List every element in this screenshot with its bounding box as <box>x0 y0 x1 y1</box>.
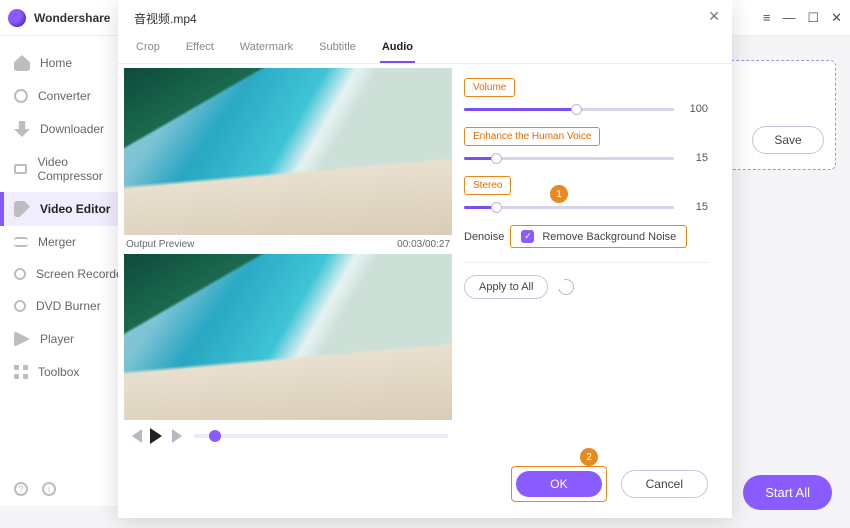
sidebar-item-label: Toolbox <box>38 365 79 379</box>
downloader-icon <box>14 121 30 137</box>
preview-column: Output Preview 00:03/00:27 <box>118 64 458 452</box>
player-icon <box>14 331 30 347</box>
playback-controls <box>124 420 452 452</box>
sidebar-item-label: Screen Recorder <box>36 267 127 281</box>
editor-tabs: Crop Effect Watermark Subtitle Audio <box>118 31 732 64</box>
tab-subtitle[interactable]: Subtitle <box>317 35 358 63</box>
tab-watermark[interactable]: Watermark <box>238 35 295 63</box>
home-icon <box>14 55 30 71</box>
checkbox-checked-icon[interactable]: ✓ <box>521 230 534 243</box>
stereo-label: Stereo <box>464 176 511 195</box>
start-all-label: Start All <box>765 485 810 500</box>
window-controls: ≡ — ☐ ✕ <box>763 10 842 26</box>
remove-noise-option[interactable]: ✓ Remove Background Noise <box>510 225 687 248</box>
apply-to-all-button[interactable]: Apply to All <box>464 275 548 299</box>
merger-icon <box>14 237 28 247</box>
enhance-voice-value: 15 <box>674 152 708 164</box>
annotation-badge-2: 2 <box>580 448 598 466</box>
remove-noise-label: Remove Background Noise <box>542 231 676 243</box>
sidebar-item-label: Converter <box>38 89 91 103</box>
menu-icon[interactable]: ≡ <box>763 10 771 25</box>
maximize-icon[interactable]: ☐ <box>807 10 819 26</box>
editor-modal: 音视频.mp4 ✕ Crop Effect Watermark Subtitle… <box>118 0 732 518</box>
close-icon[interactable]: ✕ <box>708 8 720 25</box>
dvd-icon <box>14 300 26 312</box>
modal-footer: 2 OK Cancel <box>118 452 732 518</box>
stereo-value: 15 <box>674 201 708 213</box>
save-button[interactable]: Save <box>752 126 824 154</box>
sidebar-item-label: Merger <box>38 235 76 249</box>
tab-crop[interactable]: Crop <box>134 35 162 63</box>
cancel-button[interactable]: Cancel <box>621 470 708 498</box>
app-brand: Wondershare <box>34 11 110 25</box>
sidebar-item-label: Video Compressor <box>37 155 131 183</box>
play-icon[interactable] <box>150 428 164 444</box>
enhance-voice-label: Enhance the Human Voice <box>464 127 600 146</box>
app-logo-icon <box>8 9 26 27</box>
sidebar-item-label: Player <box>40 332 74 346</box>
time-display: 00:03/00:27 <box>397 239 450 250</box>
volume-slider[interactable] <box>464 108 674 111</box>
ok-label: OK <box>550 477 567 491</box>
divider <box>464 262 708 263</box>
ok-button[interactable]: OK <box>516 471 601 497</box>
modal-title: 音视频.mp4 <box>118 0 732 31</box>
reset-icon[interactable] <box>555 276 577 298</box>
stereo-slider[interactable] <box>464 206 674 209</box>
next-frame-icon[interactable] <box>172 429 186 443</box>
video-frame-icon <box>124 254 452 421</box>
video-frame-icon <box>124 68 452 235</box>
help-icon[interactable]: ? <box>14 482 28 496</box>
output-preview <box>124 254 452 421</box>
audio-panel: Volume 100 Enhance the Human Voice 15 St… <box>458 64 732 452</box>
sidebar-item-label: DVD Burner <box>36 299 101 313</box>
toolbox-icon <box>14 365 28 379</box>
output-preview-label: Output Preview <box>126 239 194 250</box>
enhance-voice-slider[interactable] <box>464 157 674 160</box>
compressor-icon <box>14 164 27 174</box>
tab-audio[interactable]: Audio <box>380 35 415 63</box>
recorder-icon <box>14 268 26 280</box>
sidebar-footer: ? i <box>14 482 56 496</box>
save-label: Save <box>774 133 801 147</box>
start-all-button[interactable]: Start All <box>743 475 832 510</box>
close-window-icon[interactable]: ✕ <box>831 10 842 26</box>
annotation-badge-1: 1 <box>550 185 568 203</box>
sidebar-item-label: Downloader <box>40 122 104 136</box>
converter-icon <box>14 89 28 103</box>
apply-to-all-label: Apply to All <box>479 281 533 293</box>
sidebar-item-label: Video Editor <box>40 202 110 216</box>
timeline-slider[interactable] <box>194 434 448 438</box>
minimize-icon[interactable]: — <box>782 10 795 25</box>
sidebar-item-label: Home <box>40 56 72 70</box>
editor-icon <box>14 201 30 217</box>
volume-value: 100 <box>674 103 708 115</box>
tab-effect[interactable]: Effect <box>184 35 216 63</box>
denoise-label: Denoise <box>464 231 504 243</box>
ok-highlight-box: OK <box>511 466 606 502</box>
cancel-label: Cancel <box>646 477 683 491</box>
prev-frame-icon[interactable] <box>128 429 142 443</box>
source-preview <box>124 68 452 235</box>
volume-label: Volume <box>464 78 515 97</box>
info-icon[interactable]: i <box>42 482 56 496</box>
